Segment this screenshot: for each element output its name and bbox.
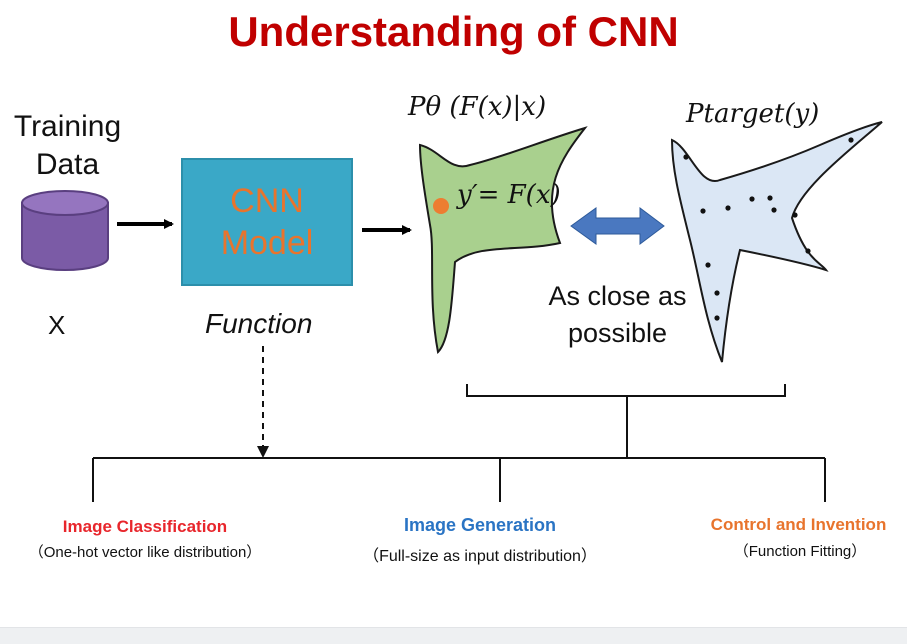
training-data-label: Training Data xyxy=(0,108,135,184)
application-control-title: Control and Invention xyxy=(710,515,887,534)
function-caption: Function xyxy=(205,308,313,339)
prediction-label: y′= F(x) xyxy=(457,180,561,210)
target-distribution-label: Ptarget(y) xyxy=(686,99,820,129)
diagram-canvas: Understanding of CNN Training Data X CNN… xyxy=(0,0,907,644)
cnn-model-line1: CNN xyxy=(230,182,304,220)
database-icon xyxy=(21,190,109,271)
application-classification-title: Image Classification xyxy=(62,517,228,536)
application-generation-title: Image Generation xyxy=(403,515,557,535)
cnn-model-box: CNN Model xyxy=(181,158,353,286)
double-arrow xyxy=(570,207,665,245)
page-title: Understanding of CNN xyxy=(228,8,679,55)
training-label-line2: Data xyxy=(35,148,100,181)
application-generation-subtitle: （Full-size as input distribution） xyxy=(363,548,597,565)
comparison-line1: As close as xyxy=(548,281,687,311)
application-branches xyxy=(92,457,826,502)
application-classification-subtitle: （One-hot vector like distribution） xyxy=(28,544,262,561)
application-control-subtitle: （Function Fitting） xyxy=(733,543,867,560)
training-label-line1: Training xyxy=(13,110,122,143)
comparison-text: As close as possible xyxy=(525,278,710,352)
sample-point xyxy=(433,198,449,214)
cnn-model-line2: Model xyxy=(220,224,314,262)
input-variable-label: X xyxy=(48,310,66,340)
comparison-line2: possible xyxy=(567,318,668,348)
model-distribution-label: Pθ (F(x)|x) xyxy=(408,92,547,122)
bottom-bar xyxy=(0,627,907,644)
